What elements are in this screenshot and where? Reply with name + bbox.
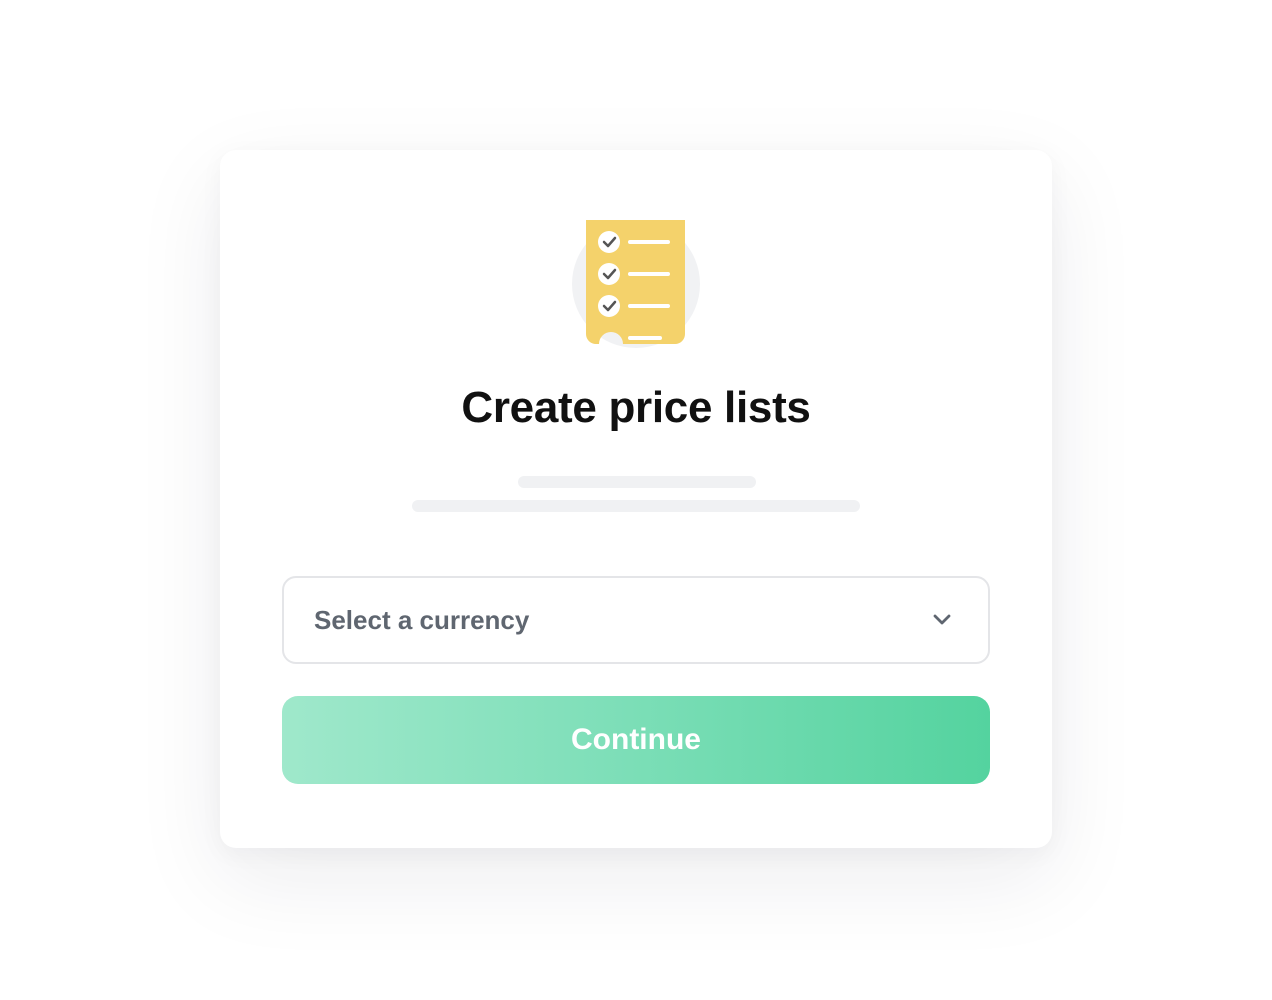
page-background: Create price lists Select a currency Con…	[0, 0, 1272, 1000]
dialog-title: Create price lists	[461, 383, 811, 432]
currency-select-placeholder: Select a currency	[314, 605, 530, 635]
continue-button[interactable]: Continue	[282, 696, 990, 784]
currency-select[interactable]: Select a currency	[282, 576, 990, 664]
description-placeholder-line	[518, 476, 756, 488]
checklist-document-icon	[570, 218, 702, 350]
create-price-lists-dialog: Create price lists Select a currency Con…	[220, 150, 1052, 848]
chevron-down-icon	[932, 610, 952, 630]
description-placeholder-line	[412, 500, 860, 512]
